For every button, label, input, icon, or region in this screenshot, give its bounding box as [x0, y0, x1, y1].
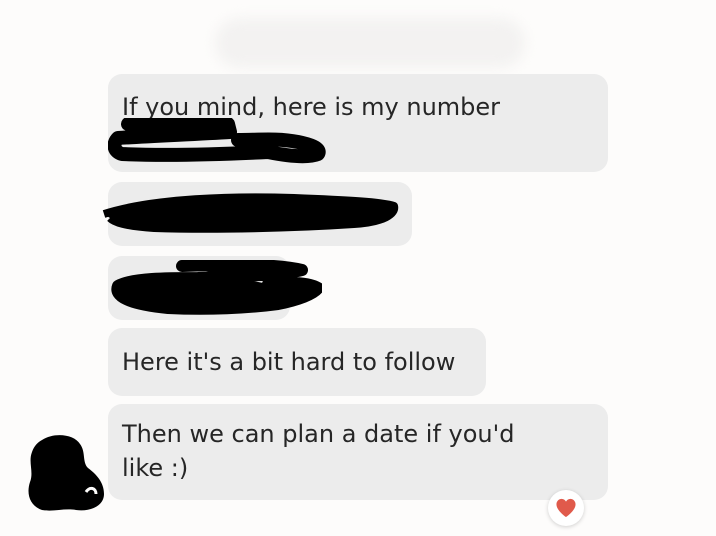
- redaction-scribble-1: [108, 118, 326, 164]
- redaction-scribble-2: [102, 193, 399, 233]
- message-bubble-5[interactable]: Then we can plan a date if you'd like :): [108, 404, 608, 500]
- message-text-4: Here it's a bit hard to follow: [122, 348, 456, 376]
- sender-avatar-redacted[interactable]: [24, 432, 108, 514]
- message-bubble-2[interactable]: [102, 182, 412, 246]
- message-bubble-1[interactable]: If you mind, here is my number: [108, 74, 608, 172]
- message-bubble-3[interactable]: [108, 256, 322, 320]
- message-text-5: Then we can plan a date if you'd like :): [122, 420, 515, 482]
- heart-icon: [556, 498, 576, 518]
- reaction-heart-button[interactable]: [548, 490, 584, 526]
- chat-header-name-redacted: [215, 18, 525, 68]
- chat-screen: If you mind, here is my number Here it's…: [0, 0, 716, 536]
- redaction-scribble-3: [111, 260, 322, 315]
- message-bubble-4[interactable]: Here it's a bit hard to follow: [108, 328, 486, 396]
